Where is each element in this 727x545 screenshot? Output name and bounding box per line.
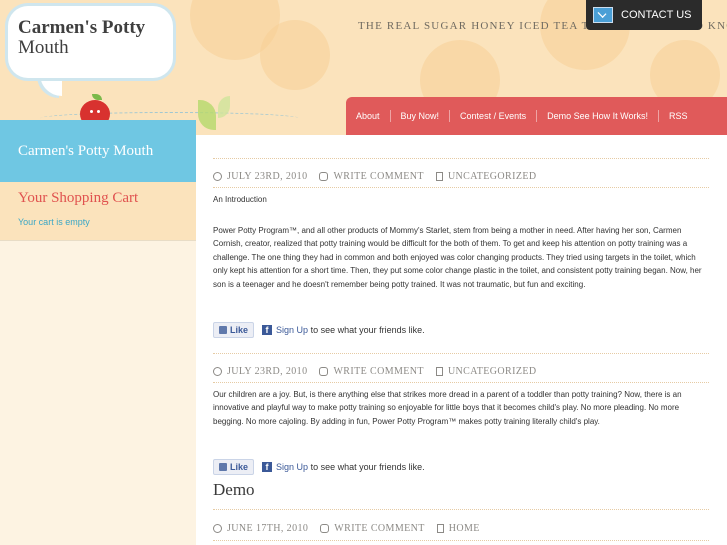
comment-icon xyxy=(319,367,329,376)
write-comment-link[interactable]: WRITE COMMENT xyxy=(333,366,423,377)
thumbs-up-icon xyxy=(219,326,227,334)
post-body: Our children are a joy. But, is there an… xyxy=(213,390,682,426)
like-button[interactable]: Like xyxy=(213,459,255,475)
facebook-like-widget: Like f Sign Up to see what your friends … xyxy=(213,322,425,338)
main-nav: About Buy Now! Contest / Events Demo See… xyxy=(346,97,727,135)
cart-empty-text: Your cart is empty xyxy=(18,217,90,227)
thumbs-up-icon xyxy=(219,463,227,471)
logo-line2: Mouth xyxy=(18,37,69,58)
post-date: JULY 23RD, 2010 xyxy=(227,171,308,182)
friends-like-text: to see what your friends like. xyxy=(310,325,425,335)
post-title[interactable]: Demo xyxy=(213,480,255,500)
sidebar-divider xyxy=(0,240,196,241)
clock-icon xyxy=(213,524,222,533)
clock-icon xyxy=(213,172,222,181)
document-icon xyxy=(435,172,443,181)
sidebar-title[interactable]: Carmen's Potty Mouth xyxy=(0,120,196,182)
post-date: JULY 23RD, 2010 xyxy=(227,366,308,377)
post-meta: JULY 23RD, 2010 WRITE COMMENT UNCATEGORI… xyxy=(213,171,548,182)
contact-label: CONTACT US xyxy=(621,9,692,21)
comment-icon xyxy=(320,524,330,533)
comment-icon xyxy=(319,172,329,181)
flower-decoration xyxy=(260,20,330,90)
write-comment-link[interactable]: WRITE COMMENT xyxy=(333,171,423,182)
write-comment-link[interactable]: WRITE COMMENT xyxy=(334,523,424,534)
post-meta: JULY 23RD, 2010 WRITE COMMENT UNCATEGORI… xyxy=(213,366,548,377)
cart-heading: Your Shopping Cart xyxy=(18,190,139,206)
logo-line1: Carmen's Potty xyxy=(18,17,146,38)
category-link[interactable]: UNCATEGORIZED xyxy=(448,366,537,377)
category-link[interactable]: UNCATEGORIZED xyxy=(448,171,537,182)
post-divider xyxy=(213,158,709,159)
clock-icon xyxy=(213,367,222,376)
friends-like-text: to see what your friends like. xyxy=(310,462,425,472)
nav-item-rss[interactable]: RSS xyxy=(659,110,698,122)
document-icon xyxy=(435,367,443,376)
leaf-decoration xyxy=(198,100,216,130)
nav-item-demo[interactable]: Demo See How It Works! xyxy=(537,110,659,122)
document-icon xyxy=(436,524,444,533)
post-divider xyxy=(213,382,709,383)
post-date: JUNE 17TH, 2010 xyxy=(227,523,309,534)
envelope-icon xyxy=(593,7,613,23)
post-body: Power Potty Program™, and all other prod… xyxy=(213,226,702,289)
post-divider xyxy=(213,353,709,354)
site-logo[interactable]: Carmen's Potty Mouth xyxy=(18,18,145,58)
post-intro: An Introduction xyxy=(213,195,267,204)
header: Carmen's Potty Mouth THE REAL SUGAR HONE… xyxy=(0,0,727,135)
like-button[interactable]: Like xyxy=(213,322,255,338)
category-link[interactable]: HOME xyxy=(449,523,480,534)
facebook-like-widget: Like f Sign Up to see what your friends … xyxy=(213,459,425,475)
facebook-icon: f xyxy=(262,462,273,472)
sign-up-link[interactable]: Sign Up xyxy=(276,462,308,472)
post-divider xyxy=(213,509,709,510)
post-meta: JUNE 17TH, 2010 WRITE COMMENT HOME xyxy=(213,523,492,534)
post-divider xyxy=(213,540,709,541)
sign-up-link[interactable]: Sign Up xyxy=(276,325,308,335)
nav-item-buy-now[interactable]: Buy Now! xyxy=(391,110,451,122)
nav-item-about[interactable]: About xyxy=(346,110,391,122)
nav-item-contest-events[interactable]: Contest / Events xyxy=(450,110,538,122)
facebook-icon: f xyxy=(262,325,273,335)
contact-us-button[interactable]: CONTACT US xyxy=(586,0,702,30)
post-divider xyxy=(213,187,709,188)
